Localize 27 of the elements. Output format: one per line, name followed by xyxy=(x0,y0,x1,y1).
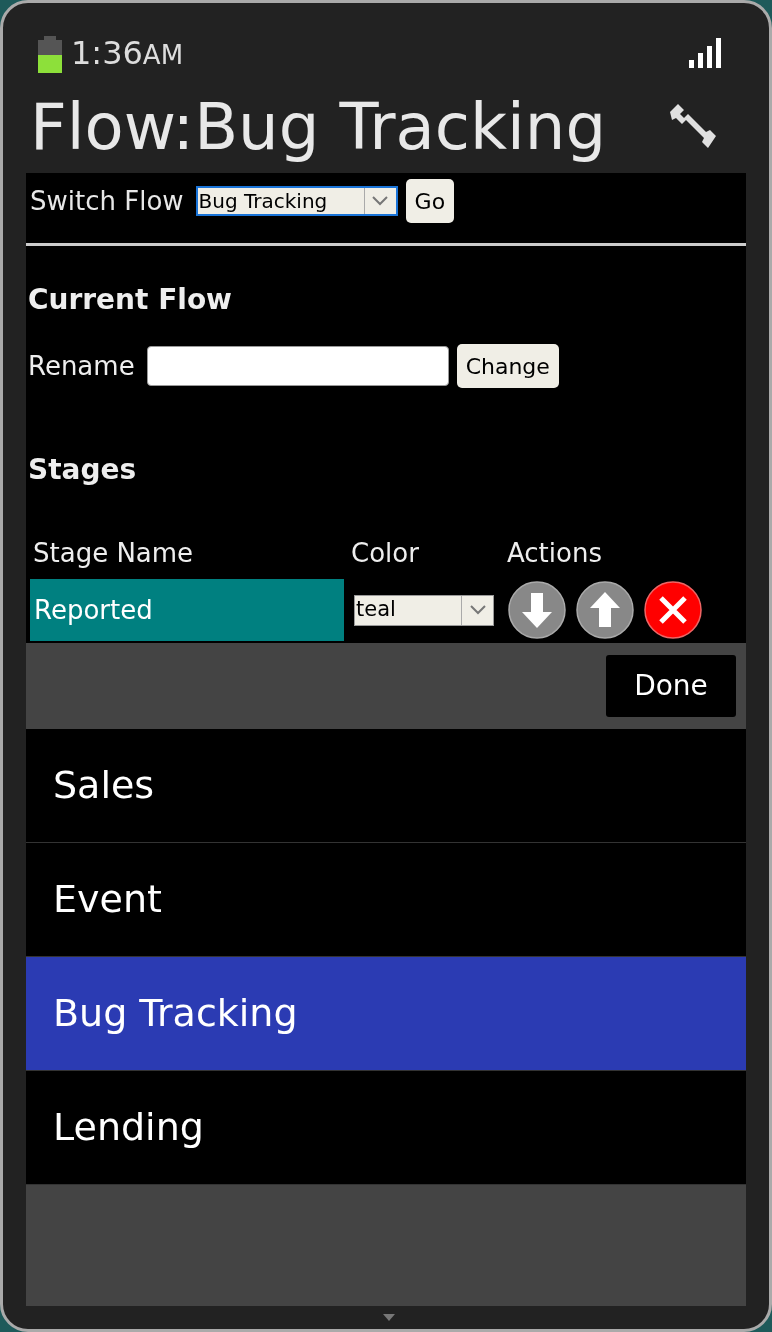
signal-icon xyxy=(689,38,723,68)
column-header: Color xyxy=(351,540,420,566)
caret-icon xyxy=(372,196,389,206)
scroll-down-icon xyxy=(383,1314,395,1321)
rename-field[interactable] xyxy=(146,346,449,386)
move-up-icon[interactable] xyxy=(576,581,634,639)
rename-label: Rename xyxy=(28,349,135,383)
section-heading: Stages xyxy=(28,456,138,484)
flow-option[interactable]: Sales xyxy=(26,729,746,843)
done-button[interactable]: Done xyxy=(606,655,736,717)
section-heading: Current Flow xyxy=(28,286,233,314)
column-header: Actions xyxy=(507,540,603,566)
move-down-icon[interactable] xyxy=(508,581,566,639)
stage-name-cell: Reported xyxy=(30,579,344,641)
status-time: 1:36AM xyxy=(71,37,184,69)
flow-option[interactable]: Bug Tracking xyxy=(26,957,746,1071)
delete-icon[interactable] xyxy=(644,581,702,639)
battery-icon xyxy=(37,36,63,74)
flow-option[interactable]: Event xyxy=(26,843,746,957)
go-button[interactable]: Go xyxy=(405,179,455,223)
flow-option[interactable]: Lending xyxy=(26,1071,746,1185)
flow-select[interactable]: Bug Tracking xyxy=(195,186,398,216)
column-header: Stage Name xyxy=(33,540,195,566)
caret-icon xyxy=(469,605,486,615)
change-button[interactable]: Change xyxy=(456,344,559,388)
color-select[interactable]: teal xyxy=(354,594,494,626)
switch-flow-label: Switch Flow xyxy=(30,184,184,218)
